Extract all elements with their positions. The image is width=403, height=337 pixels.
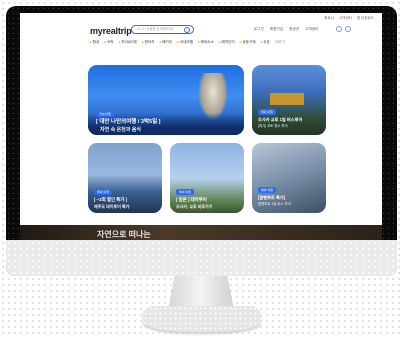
category-item[interactable]: 쿠폰 [261,40,270,45]
profile-icon[interactable] [345,26,351,32]
card-subtitle: 자연 속 온천과 음식 [100,127,141,133]
search-icon[interactable] [184,27,190,33]
category-more[interactable]: 더보기 [275,40,285,45]
promo-card[interactable]: 해외 여행 [ ~2회 할인 특가 ] 제주도 데이투어 특가 [88,143,162,213]
card-subtitle: 알펜루트 1일 버스 투어 [258,202,291,206]
category-nav: 항공 숙박 투어&티켓 렌터카 패키지 국내여행 해외숙소 예약관리 공동구매 … [90,40,285,45]
top-links: 파트너 고객센터 앱 다운로드 [324,16,374,21]
top-link[interactable]: 앱 다운로드 [357,16,374,21]
category-item[interactable]: 항공 [90,40,100,45]
menu-signup[interactable]: 회원가입 [270,27,283,32]
card-title: [ 일본 ] 테마투어 [176,197,207,202]
category-item[interactable]: 투어&티켓 [119,40,137,45]
promo-card[interactable]: 해외 여행 오사카 교토 1일 버스투어 [특가] 교토 명소 투어 [252,65,326,135]
card-subtitle: [특가] 교토 명소 투어 [258,124,288,128]
menu-support[interactable]: 고객센터 [305,27,318,32]
site-logo[interactable]: myrealtrip [90,26,132,36]
menu-flights[interactable]: 항공권 [289,27,299,32]
monitor-stand-base [143,306,261,332]
monitor-stand-neck [168,276,234,310]
site-header: 파트너 고객센터 앱 다운로드 myrealtrip 도시나 상품을 검색해보세… [20,13,382,53]
user-menu: 로그인 회원가입 항공권 고객센터 [254,27,318,32]
menu-login[interactable]: 로그인 [254,27,264,32]
card-badge: 국내 여행 [96,111,114,117]
banner-text: 자연으로 떠나는 [97,230,151,239]
card-badge: 해외 여행 [258,109,276,115]
category-item[interactable]: 패키지 [159,40,172,45]
bottom-banner[interactable]: 자연으로 떠나는 [20,225,382,240]
header-icons [336,26,351,32]
top-link[interactable]: 고객센터 [339,16,352,21]
search-input[interactable]: 도시나 상품을 검색해보세요 [131,25,194,34]
card-title: [ 대만 나만의여행 / 3박5일 ] [96,119,161,125]
card-badge: 해외 여행 [176,189,194,195]
category-item[interactable]: 해외숙소 [198,40,214,45]
category-item[interactable]: 국내여행 [177,40,193,45]
card-title: [알펜루트 특가] [258,195,286,200]
card-badge: 해외 여행 [258,187,276,193]
browser-screen: 파트너 고객센터 앱 다운로드 myrealtrip 도시나 상품을 검색해보세… [20,13,382,240]
promo-card[interactable]: 국내 여행 [ 대만 나만의여행 / 3박5일 ] 자연 속 온천과 음식 [88,65,244,135]
card-subtitle: 제주도 데이투어 특가 [94,204,130,209]
category-item[interactable]: 렌터카 [142,40,155,45]
category-item[interactable]: 숙박 [104,40,114,45]
card-badge: 해외 여행 [94,189,112,195]
category-item[interactable]: 공동구매 [240,40,255,45]
monitor-chin [6,240,397,276]
promo-card[interactable]: 해외 여행 [알펜루트 특가] 알펜루트 1일 버스 투어 [252,143,326,213]
temple-image [270,93,304,105]
promo-card[interactable]: 해외 여행 [ 일본 ] 테마투어 오사카, 교토 바로가기 [170,143,244,213]
card-subtitle: 오사카, 교토 바로가기 [176,204,213,209]
search-placeholder: 도시나 상품을 검색해보세요 [137,27,174,31]
card-title: [ ~2회 할인 특가 ] [94,197,128,202]
top-link[interactable]: 파트너 [324,16,334,21]
category-item[interactable]: 예약관리 [219,40,234,45]
bell-icon[interactable] [336,26,342,32]
card-title: 오사카 교토 1일 버스투어 [258,117,303,122]
